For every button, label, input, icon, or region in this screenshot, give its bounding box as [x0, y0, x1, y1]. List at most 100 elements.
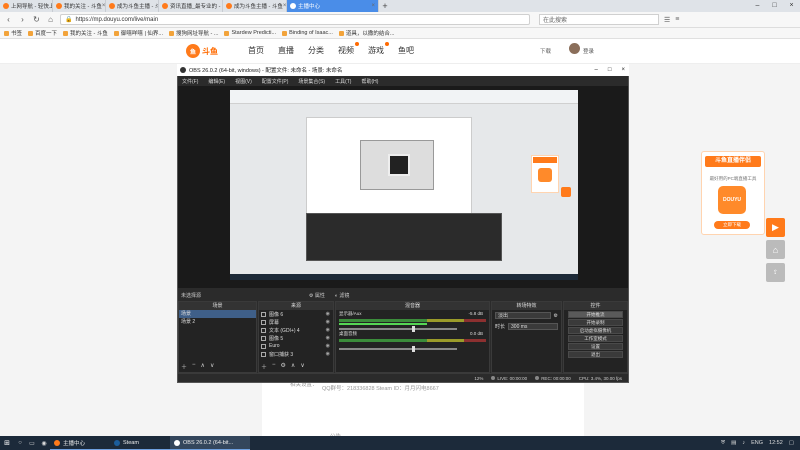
eye-icon[interactable]: ◉: [326, 311, 330, 317]
menu-edit[interactable]: 编辑(E): [208, 78, 225, 85]
eye-icon[interactable]: ◉: [326, 335, 330, 341]
browser-tab[interactable]: 成为斗鱼主播 - 斗鱼×: [106, 0, 159, 12]
home-icon[interactable]: ⌂: [766, 240, 785, 259]
taskbar-item-active[interactable]: OBS 26.0.2 (64-bit...: [170, 436, 250, 450]
start-streaming-button[interactable]: 开始推流: [568, 311, 623, 318]
close-window-icon[interactable]: ×: [783, 0, 800, 12]
promo-download-button[interactable]: 立即下载: [714, 221, 750, 229]
scene-item[interactable]: 场景 2: [179, 318, 256, 326]
shield-icon[interactable]: ⛨: [721, 440, 725, 447]
extensions-icon[interactable]: ☰: [664, 16, 670, 24]
studio-mode-button[interactable]: 工作室模式: [568, 335, 623, 342]
add-icon[interactable]: ＋: [261, 362, 267, 371]
filters-button[interactable]: ◐ 滤镜: [335, 292, 349, 299]
task-view-icon[interactable]: ▭: [26, 437, 38, 449]
up-icon[interactable]: ∧: [201, 362, 205, 371]
bookmark-item[interactable]: 百度一下: [28, 29, 57, 37]
browser-tab[interactable]: 成为斗鱼主播 - 斗鱼×: [223, 0, 287, 12]
maximize-icon[interactable]: □: [608, 64, 612, 76]
avatar[interactable]: [569, 43, 580, 54]
volume-icon[interactable]: ♪: [742, 440, 745, 446]
settings-icon[interactable]: ⚙: [554, 313, 558, 319]
search-input[interactable]: 在此搜索: [539, 14, 659, 25]
menu-help[interactable]: 帮助(H): [361, 78, 378, 85]
source-item[interactable]: Euro ◉: [259, 342, 333, 350]
scene-item[interactable]: 场景: [179, 310, 256, 318]
nav-fishbar[interactable]: 鱼吧: [398, 45, 414, 56]
clock[interactable]: 12:52: [769, 440, 783, 446]
menu-tools[interactable]: 工具(T): [335, 78, 351, 85]
settings-button[interactable]: 设置: [568, 343, 623, 350]
menu-view[interactable]: 视图(V): [235, 78, 252, 85]
nav-live[interactable]: 直播: [278, 45, 294, 56]
browser-tab[interactable]: 上网导航 - 轻快上网 从这里开始×: [0, 0, 53, 12]
maximize-icon[interactable]: □: [766, 0, 783, 12]
add-icon[interactable]: ＋: [181, 362, 187, 371]
volume-slider[interactable]: [339, 346, 457, 352]
eye-icon[interactable]: ◉: [326, 343, 330, 349]
language-indicator[interactable]: ENG: [751, 440, 763, 446]
bookmark-item[interactable]: 道具，以撒的结合...: [338, 29, 394, 37]
down-icon[interactable]: ∨: [210, 362, 214, 371]
eye-icon[interactable]: ◉: [326, 319, 330, 325]
bookmark-item[interactable]: 御嘻咩嘻 | 仙界...: [113, 29, 163, 37]
menu-scene-collection[interactable]: 场景集合(S): [298, 78, 325, 85]
username[interactable]: 登录: [583, 47, 594, 55]
source-item[interactable]: 文本 (GDI+) 4 ◉: [259, 326, 333, 334]
transition-select[interactable]: 淡出: [495, 312, 551, 319]
virtual-camera-button[interactable]: 启动虚拟摄像机: [568, 327, 623, 334]
new-tab-button[interactable]: +: [379, 1, 391, 11]
home-icon[interactable]: ⌂: [46, 15, 55, 24]
nav-home[interactable]: 首页: [248, 45, 264, 56]
download-link[interactable]: 下载: [540, 47, 551, 55]
share-icon[interactable]: ⇪: [766, 263, 785, 282]
bookmark-item[interactable]: 搜狗网址导航 - ...: [169, 29, 218, 37]
search-icon[interactable]: ○: [14, 437, 26, 449]
menu-icon[interactable]: ≡: [675, 16, 679, 23]
forward-icon[interactable]: ›: [18, 15, 27, 24]
start-recording-button[interactable]: 开始录制: [568, 319, 623, 326]
url-input[interactable]: 🔒 https://mp.douyu.com/live/main: [60, 14, 530, 25]
play-icon[interactable]: ▶: [766, 218, 785, 237]
taskbar-item[interactable]: Steam: [110, 436, 170, 450]
douyu-logo[interactable]: 鱼斗鱼: [186, 42, 226, 60]
menu-profile[interactable]: 配置文件(P): [262, 78, 289, 85]
notification-icon[interactable]: ▢: [789, 440, 794, 446]
close-window-icon[interactable]: ×: [621, 64, 625, 76]
nav-category[interactable]: 分类: [308, 45, 324, 56]
close-icon[interactable]: ×: [371, 3, 375, 9]
minimize-icon[interactable]: –: [749, 0, 766, 12]
properties-button[interactable]: ⚙ 属性: [309, 292, 325, 299]
down-icon[interactable]: ∨: [300, 362, 304, 371]
windows-start-icon[interactable]: ⊞: [0, 436, 14, 450]
menu-file[interactable]: 文件(F): [182, 78, 198, 85]
source-item[interactable]: 图像 6 ◉: [259, 310, 333, 318]
minimize-icon[interactable]: –: [595, 64, 598, 76]
browser-tab[interactable]: 我的关注 - 斗鱼 ×: [53, 0, 106, 12]
exit-button[interactable]: 退出: [568, 351, 623, 358]
browser-tab-active[interactable]: 主播中心 ×: [287, 0, 379, 12]
duration-input[interactable]: 300 ms: [508, 323, 558, 330]
settings-icon[interactable]: ⚙: [281, 362, 286, 371]
remove-icon[interactable]: −: [192, 362, 196, 371]
browser-pin-icon[interactable]: ◉: [38, 437, 50, 449]
eye-icon[interactable]: ◉: [326, 351, 330, 357]
source-item[interactable]: 屏幕 ◉: [259, 318, 333, 326]
remove-icon[interactable]: −: [272, 362, 276, 371]
source-item[interactable]: 图像 5 ◉: [259, 334, 333, 342]
up-icon[interactable]: ∧: [291, 362, 295, 371]
eye-icon[interactable]: ◉: [326, 327, 330, 333]
network-icon[interactable]: ▤: [731, 440, 736, 446]
bookmark-item[interactable]: Binding of Isaac...: [282, 30, 333, 36]
bookmark-item[interactable]: Stardew Predicti...: [224, 30, 276, 36]
taskbar-item[interactable]: 主播中心: [50, 436, 110, 450]
nav-video[interactable]: 视频: [338, 42, 359, 56]
close-icon[interactable]: ×: [102, 3, 105, 9]
source-item[interactable]: 窗口捕获 3 ◉: [259, 350, 333, 358]
close-icon[interactable]: ×: [283, 3, 286, 9]
browser-tab[interactable]: 资讯直播_最专业的 - 扩野之..×: [159, 0, 223, 12]
back-icon[interactable]: ‹: [4, 15, 13, 24]
bookmark-item[interactable]: 书签: [4, 29, 22, 37]
refresh-icon[interactable]: ↻: [32, 15, 41, 24]
nav-games[interactable]: 游戏: [368, 42, 389, 56]
